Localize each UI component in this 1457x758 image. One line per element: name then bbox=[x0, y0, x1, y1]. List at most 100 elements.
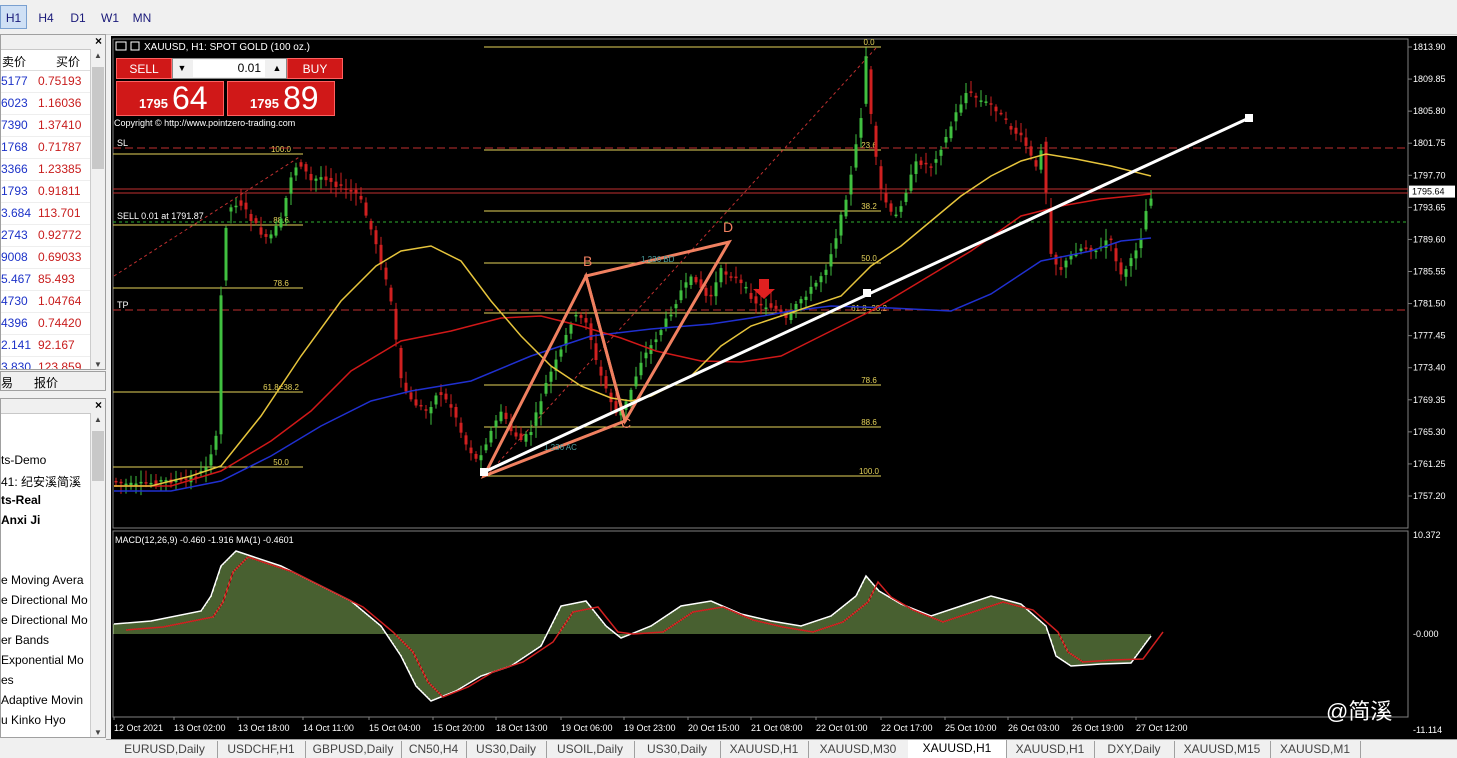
navigator-scrollbar[interactable]: ▲ ▼ bbox=[90, 413, 105, 737]
scroll-up-icon[interactable]: ▲ bbox=[91, 415, 105, 424]
trendline-anchor bbox=[1245, 114, 1253, 122]
close-icon[interactable]: × bbox=[95, 35, 102, 48]
chart-tab[interactable]: CN50,H4 bbox=[401, 741, 467, 758]
chart-tab[interactable]: XAUUSD,H1 bbox=[720, 741, 809, 758]
navigator-item[interactable]: Anxi Ji bbox=[1, 513, 40, 527]
candle-body bbox=[549, 371, 553, 382]
timeframe-h1-button[interactable]: H1 bbox=[0, 5, 27, 29]
price-label: 1785.55 bbox=[1413, 267, 1446, 277]
time-label: 22 Oct 01:00 bbox=[816, 723, 868, 733]
navigator-item[interactable]: e Directional Mo bbox=[1, 613, 88, 627]
candle-body bbox=[1039, 150, 1043, 170]
navigator-item[interactable]: es bbox=[1, 673, 14, 687]
chart-tab[interactable]: USDCHF,H1 bbox=[217, 741, 306, 758]
close-icon[interactable]: × bbox=[95, 399, 102, 412]
candle-body bbox=[394, 308, 398, 340]
timeframe-w1-button[interactable]: W1 bbox=[96, 5, 124, 29]
navigator-item[interactable]: ts-Real bbox=[1, 493, 41, 507]
candle-body bbox=[329, 177, 333, 182]
market-watch-panel: × 卖价 买价 5177 0.75193 6023 1.16036 7390 1.3741… bbox=[0, 34, 106, 370]
chart-tab[interactable]: XAUUSD,M15 bbox=[1174, 741, 1271, 758]
chart-tab[interactable]: US30,Daily bbox=[634, 741, 721, 758]
candle-body bbox=[1004, 118, 1008, 120]
chart-tab[interactable]: US30,Daily bbox=[466, 741, 547, 758]
lot-size-input[interactable]: 0.01 bbox=[193, 60, 265, 77]
candle-body bbox=[659, 330, 663, 336]
sell-order-label: SELL 0.01 at 1791.87 bbox=[117, 211, 204, 221]
price-chart[interactable]: 100.088.678.661.8=38.250.00.023.638.250.… bbox=[111, 36, 1457, 739]
candle-body bbox=[964, 93, 968, 104]
ask-price: 0.75193 bbox=[38, 74, 82, 88]
navigator-item[interactable]: 41: 纪安溪简溪 bbox=[1, 473, 81, 490]
scrollbar-thumb[interactable] bbox=[92, 67, 104, 169]
bid-column-label[interactable]: 卖价 bbox=[2, 53, 26, 70]
lot-increase-icon[interactable]: ▲ bbox=[269, 60, 285, 77]
candle-body bbox=[389, 287, 393, 302]
chart-tab[interactable]: EURUSD,Daily bbox=[112, 741, 218, 758]
bid-price: 2.141 bbox=[1, 338, 32, 352]
market-watch-scrollbar[interactable]: ▲ ▼ bbox=[90, 49, 105, 369]
trendline-anchor bbox=[863, 289, 871, 297]
candle-body bbox=[724, 271, 728, 275]
chart-tab[interactable]: XAUUSD,M30 bbox=[808, 741, 909, 758]
candle-body bbox=[479, 455, 483, 461]
scroll-down-icon[interactable]: ▼ bbox=[91, 360, 105, 369]
scroll-up-icon[interactable]: ▲ bbox=[91, 51, 105, 60]
chart-tab[interactable]: DXY,Daily bbox=[1094, 741, 1175, 758]
ask-price: 92.167 bbox=[38, 338, 75, 352]
chart-tab[interactable]: GBPUSD,Daily bbox=[305, 741, 402, 758]
navigator-item[interactable]: er Bands bbox=[1, 633, 49, 647]
fib-level-label: 50.0 bbox=[273, 458, 289, 467]
candle-body bbox=[899, 206, 903, 212]
navigator-item[interactable]: e Moving Avera bbox=[1, 573, 84, 587]
navigator-item[interactable]: ts-Demo bbox=[1, 453, 46, 467]
chart-tab[interactable]: XAUUSD,H1 bbox=[1006, 741, 1095, 758]
chart-window[interactable]: 100.088.678.661.8=38.250.00.023.638.250.… bbox=[111, 36, 1457, 739]
candle-body bbox=[124, 483, 128, 486]
scroll-down-icon[interactable]: ▼ bbox=[91, 728, 105, 737]
navigator-item[interactable]: u Kinko Hyo bbox=[1, 713, 66, 727]
trendline-anchor bbox=[480, 468, 488, 476]
candle-body bbox=[539, 401, 543, 415]
candle-body bbox=[459, 422, 463, 433]
candle-body bbox=[819, 276, 823, 283]
chart-tab[interactable]: XAUUSD,H1 bbox=[908, 740, 1007, 758]
buy-button[interactable]: BUY bbox=[287, 58, 343, 79]
ask-column-label[interactable]: 买价 bbox=[56, 53, 80, 70]
price-label: 1765.30 bbox=[1413, 427, 1446, 437]
candle-body bbox=[354, 189, 358, 194]
timeframe-d1-button[interactable]: D1 bbox=[64, 5, 92, 29]
time-label: 26 Oct 03:00 bbox=[1008, 723, 1060, 733]
candle-body bbox=[734, 276, 738, 279]
time-label: 26 Oct 19:00 bbox=[1072, 723, 1124, 733]
lot-decrease-icon[interactable]: ▼ bbox=[174, 60, 190, 77]
buy-price-box[interactable]: 1795 89 bbox=[227, 80, 335, 116]
timeframe-mn-button[interactable]: MN bbox=[128, 5, 156, 29]
chart-tab[interactable]: USOIL,Daily bbox=[546, 741, 635, 758]
candle-body bbox=[369, 220, 373, 230]
bid-price: 6023 bbox=[1, 96, 28, 110]
ask-price: 123.859 bbox=[38, 360, 82, 370]
time-label: 15 Oct 20:00 bbox=[433, 723, 485, 733]
candle-body bbox=[514, 432, 518, 437]
chart-tab[interactable]: XAUUSD,M1 bbox=[1270, 741, 1361, 758]
ask-price: 0.69033 bbox=[38, 250, 82, 264]
timeframe-h4-button[interactable]: H4 bbox=[32, 5, 60, 29]
price-label: 1813.90 bbox=[1413, 42, 1446, 52]
scrollbar-thumb[interactable] bbox=[92, 431, 104, 481]
candle-body bbox=[604, 376, 608, 389]
candle-body bbox=[1129, 258, 1133, 267]
navigator-item[interactable]: Exponential Mo bbox=[1, 653, 84, 667]
navigator-item[interactable]: Adaptive Movin bbox=[1, 693, 83, 707]
candle-body bbox=[759, 303, 763, 306]
tab-trade[interactable]: 易 bbox=[1, 374, 13, 391]
candle-body bbox=[894, 214, 898, 217]
tab-quotes[interactable]: 报价 bbox=[34, 374, 58, 391]
sell-button[interactable]: SELL bbox=[116, 58, 172, 79]
fib-level-label: 78.6 bbox=[273, 279, 289, 288]
navigator-item[interactable]: e Directional Mo bbox=[1, 593, 88, 607]
candle-body bbox=[799, 299, 803, 304]
candle-body bbox=[269, 234, 273, 239]
sell-price-box[interactable]: 1795 64 bbox=[116, 80, 224, 116]
candle-body bbox=[574, 314, 578, 317]
